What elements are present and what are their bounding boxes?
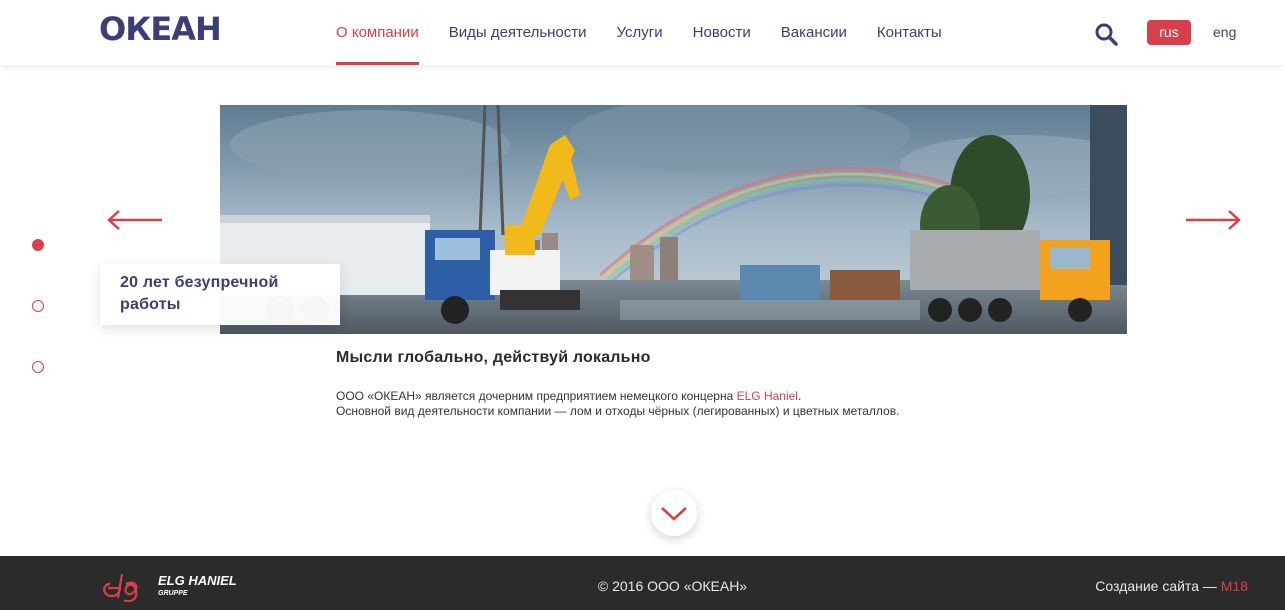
site-footer: ELG HANIEL GRUPPE © 2016 ООО «ОКЕАН» Соз… (0, 556, 1285, 610)
nav-item-news[interactable]: Новости (693, 0, 751, 65)
m18-link[interactable]: M18 (1221, 578, 1248, 594)
site-header: ОКЕАН О компании Виды деятельности Услуг… (0, 0, 1285, 65)
okean-logo[interactable]: ОКЕАН (99, 11, 222, 47)
nav-item-activities[interactable]: Виды деятельности (449, 0, 587, 65)
slide-image (220, 105, 1127, 334)
description-line-1: ООО «ОКЕАН» является дочерним предприяти… (336, 389, 802, 403)
scroll-down-button[interactable] (651, 490, 697, 536)
lang-rus-button[interactable]: rus (1147, 20, 1191, 45)
search-icon[interactable] (1094, 22, 1118, 46)
nav-item-vacancies[interactable]: Вакансии (781, 0, 847, 65)
slide-caption-text: 20 лет безупречной работы (120, 274, 279, 313)
site-credits: Создание сайта — M18 (1095, 578, 1248, 594)
main-nav: О компании Виды деятельности Услуги Ново… (336, 0, 972, 65)
nav-item-about[interactable]: О компании (336, 0, 419, 65)
nav-item-contacts[interactable]: Контакты (877, 0, 942, 65)
nav-item-services[interactable]: Услуги (617, 0, 663, 65)
company-description: ООО «ОКЕАН» является дочерним предприяти… (336, 389, 899, 419)
slide-caption: 20 лет безупречной работы (100, 264, 340, 325)
elg-haniel-link[interactable]: ELG Haniel (737, 389, 798, 403)
slide-dot-1[interactable] (32, 239, 44, 251)
copyright-text: © 2016 ООО «ОКЕАН» (597, 578, 748, 594)
page-headline: Мысли глобально, действуй локально (336, 349, 651, 366)
next-arrow-icon[interactable] (1185, 210, 1241, 230)
slide-dot-3[interactable] (32, 361, 44, 373)
lang-eng-button[interactable]: eng (1213, 20, 1236, 45)
description-line-2: Основной вид деятельности компании — лом… (336, 404, 900, 418)
prev-arrow-icon[interactable] (107, 210, 163, 230)
slide-dot-2[interactable] (32, 300, 44, 312)
chevron-down-icon (661, 507, 687, 521)
